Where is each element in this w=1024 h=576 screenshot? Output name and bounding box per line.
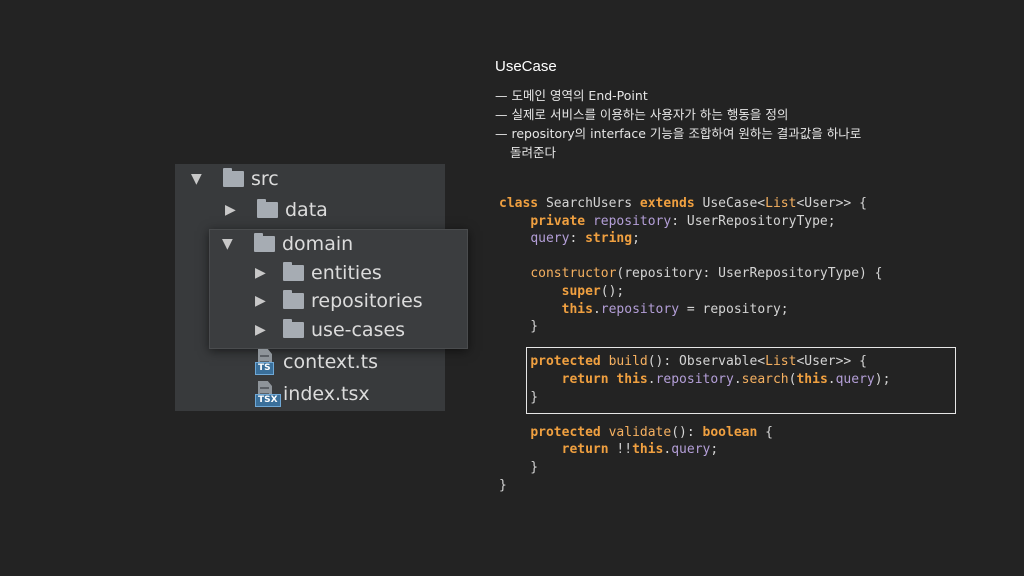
note-line: — 도메인 영역의 End-Point (495, 88, 648, 103)
folder-icon (283, 319, 304, 338)
code-token: ; (710, 442, 719, 458)
code-token: = repository; (679, 301, 789, 317)
expanded-arrow-icon[interactable]: ▼ (191, 171, 209, 187)
tsx-file-icon: TSX (255, 381, 281, 407)
tree-item-label: context.ts (283, 351, 378, 373)
tree-item-data[interactable]: ▶ data (225, 196, 328, 224)
code-token: } (499, 459, 539, 475)
code-token: repository (592, 213, 672, 229)
code-token: validate (608, 424, 672, 440)
code-token: this (561, 301, 593, 317)
code-token: (); (600, 283, 625, 299)
ts-file-icon: TS (255, 349, 277, 375)
code-token: private (530, 213, 586, 229)
tree-item-index-tsx[interactable]: TSX index.tsx (255, 380, 370, 408)
tree-item-label: use-cases (311, 319, 406, 341)
tree-item-use-cases[interactable]: ▶ use-cases (255, 316, 405, 344)
code-token: . (592, 301, 601, 317)
code-token: query (530, 231, 570, 247)
code-token: class (499, 196, 539, 211)
code-line: } (499, 459, 890, 477)
code-line: class SearchUsers extends UseCase<List<U… (499, 195, 890, 213)
build-method-highlight-box (526, 347, 956, 414)
code-token: } (499, 319, 539, 335)
code-token: constructor (530, 266, 617, 282)
folder-icon (283, 290, 304, 309)
code-line: return !!this.query; (499, 441, 890, 459)
code-token: this (632, 442, 664, 458)
code-token: ; (632, 231, 640, 247)
code-token: extends (639, 196, 695, 211)
collapsed-arrow-icon[interactable]: ▶ (255, 265, 273, 281)
tree-item-label: data (285, 199, 328, 221)
code-token: : (569, 231, 586, 247)
collapsed-arrow-icon[interactable]: ▶ (225, 202, 243, 218)
code-token: : UserRepositoryType; (671, 213, 836, 229)
tree-item-context-ts[interactable]: TS context.ts (255, 348, 378, 376)
note-line: 돌려준다 (510, 145, 557, 160)
code-line: super(); (499, 283, 890, 301)
code-token: (): (671, 424, 703, 440)
folder-icon (283, 262, 304, 281)
folder-icon (257, 199, 278, 218)
code-line: protected validate(): boolean { (499, 424, 890, 442)
code-block: class SearchUsers extends UseCase<List<U… (499, 195, 890, 494)
tree-item-label: repositories (311, 290, 423, 312)
code-token: string (585, 231, 633, 247)
code-line: this.repository = repository; (499, 301, 890, 319)
tree-item-src[interactable]: ▼ src (191, 165, 279, 193)
code-token: } (499, 477, 507, 493)
tree-item-entities[interactable]: ▶ entities (255, 259, 382, 287)
code-token: boolean (702, 424, 758, 440)
code-token: <User>> { (796, 196, 867, 211)
code-token: super (561, 283, 601, 299)
tree-item-label: domain (282, 233, 354, 255)
code-token: UseCase< (694, 196, 766, 211)
code-token: SearchUsers (538, 196, 640, 211)
tree-item-label: src (251, 168, 279, 190)
tree-item-repositories[interactable]: ▶ repositories (255, 287, 423, 315)
code-line: } (499, 318, 890, 336)
code-token: !! (608, 442, 633, 458)
folder-icon (223, 168, 244, 187)
code-token: protected (530, 424, 601, 440)
code-token: { (757, 424, 773, 440)
expanded-arrow-icon[interactable]: ▼ (222, 236, 240, 252)
code-line: query: string; (499, 230, 890, 248)
tree-item-label: index.tsx (283, 383, 370, 405)
code-token: repository (600, 301, 680, 317)
code-line: private repository: UserRepositoryType; (499, 213, 890, 231)
collapsed-arrow-icon[interactable]: ▶ (255, 293, 273, 309)
code-token: (repository: UserRepositoryType) { (616, 266, 883, 282)
note-line: — 실제로 서비스를 이용하는 사용자가 하는 행동을 정의 (495, 107, 789, 122)
usecase-notes: — 도메인 영역의 End-Point — 실제로 서비스를 이용하는 사용자가… (495, 86, 965, 162)
note-line: — repository의 interface 기능을 조합하여 원하는 결과값… (495, 126, 862, 141)
usecase-title: UseCase (495, 58, 557, 75)
folder-icon (254, 233, 275, 252)
code-line: constructor(repository: UserRepositoryTy… (499, 265, 890, 283)
collapsed-arrow-icon[interactable]: ▶ (255, 322, 273, 338)
code-token: List (765, 196, 797, 211)
tree-item-domain[interactable]: ▼ domain (222, 230, 353, 258)
code-line: } (499, 477, 890, 495)
code-token: return (561, 442, 609, 458)
code-token: query (671, 442, 711, 458)
tree-item-label: entities (311, 262, 382, 284)
